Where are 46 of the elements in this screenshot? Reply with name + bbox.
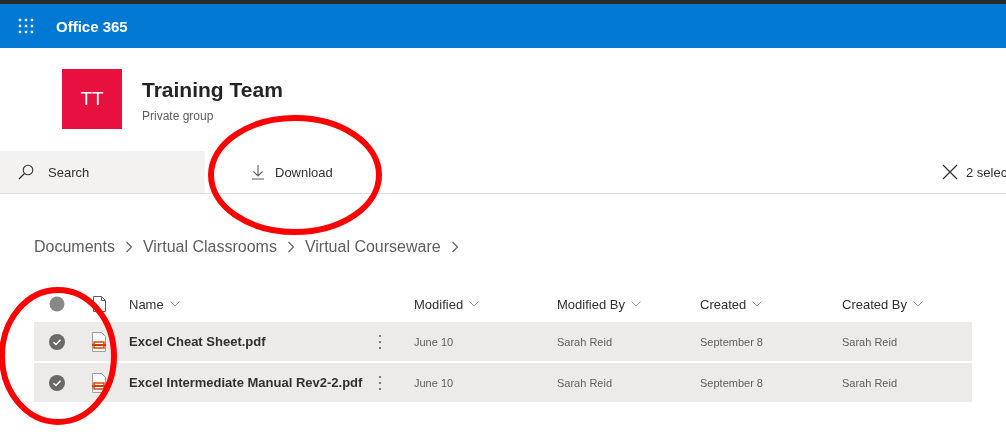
column-header[interactable]: Created: [681, 296, 823, 312]
table-cell-text: Sarah Reid: [556, 335, 614, 348]
app-launcher-icon[interactable]: [18, 18, 34, 34]
table-cell-text: September 8: [699, 335, 764, 348]
chevron-right-icon: [286, 241, 295, 253]
checked-circle-icon[interactable]: [49, 374, 65, 391]
table-cell-text: June 10: [413, 376, 455, 389]
column-header[interactable]: Name: [118, 296, 365, 312]
breadcrumb-item[interactable]: Virtual Courseware: [304, 238, 441, 256]
pdf-file-icon: [91, 372, 107, 393]
chevron-right-icon: [124, 241, 133, 253]
table-cell-text: Sarah Reid: [841, 335, 899, 348]
table-cell-text: June 10: [413, 335, 455, 348]
search-field[interactable]: Search: [0, 151, 205, 193]
select-all-icon[interactable]: [49, 296, 65, 312]
table-cell-text: September 8: [699, 376, 764, 389]
download-icon: [251, 164, 265, 180]
file-name[interactable]: Excel Intermediate Manual Rev2-2.pdf: [118, 375, 365, 390]
search-icon: [18, 164, 34, 180]
group-name: Training Team: [142, 78, 283, 102]
more-options-icon[interactable]: [378, 333, 382, 350]
file-row[interactable]: Excel Intermediate Manual Rev2-2.pdf June 10 Sarah Reid September 8 Sarah Reid: [34, 363, 972, 402]
sort-chevron-icon: [913, 301, 924, 307]
clear-selection-button[interactable]: 2 selec: [942, 164, 1006, 180]
column-header[interactable]: Modified By: [538, 296, 681, 312]
sort-chevron-icon: [169, 301, 180, 307]
breadcrumb-item[interactable]: Virtual Classrooms: [142, 238, 277, 256]
table-cell-text: Sarah Reid: [841, 376, 899, 389]
file-name[interactable]: Excel Cheat Sheet.pdf: [118, 334, 365, 349]
app-title[interactable]: Office 365: [56, 17, 128, 35]
breadcrumb-item[interactable]: Documents: [34, 238, 115, 256]
column-header[interactable]: Modified: [395, 296, 538, 312]
sort-chevron-icon: [469, 301, 480, 307]
group-privacy: Private group: [142, 109, 215, 123]
chevron-right-icon: [450, 241, 459, 253]
sort-chevron-icon: [752, 301, 763, 307]
table-cell-text: Sarah Reid: [556, 376, 614, 389]
download-button[interactable]: Download: [249, 160, 335, 184]
sort-chevron-icon: [630, 301, 641, 307]
close-icon: [942, 164, 958, 180]
group-logo: TT: [62, 69, 122, 129]
column-header[interactable]: Created By: [823, 296, 972, 312]
pdf-file-icon: [91, 331, 107, 352]
checked-circle-icon[interactable]: [49, 333, 65, 350]
more-options-icon[interactable]: [378, 374, 382, 391]
file-row[interactable]: Excel Cheat Sheet.pdf June 10 Sarah Reid September 8 Sarah Reid: [34, 322, 972, 361]
